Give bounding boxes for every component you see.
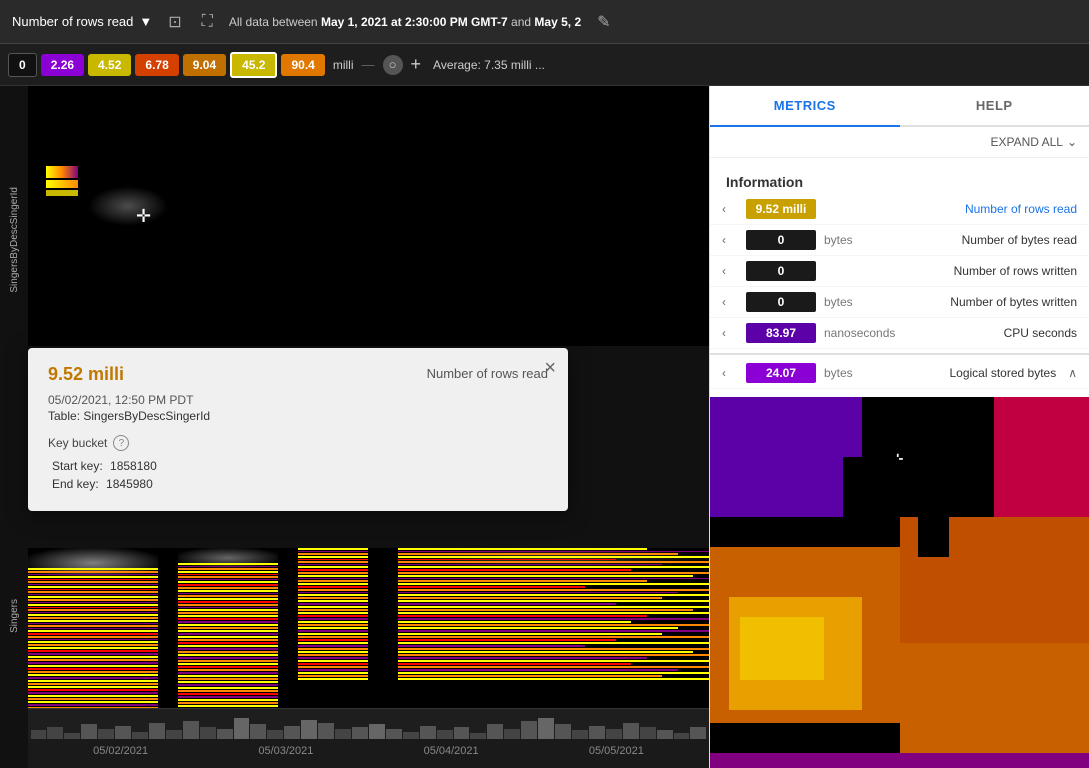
expand-all-button[interactable]: EXPAND ALL ⌄ [990, 135, 1077, 149]
right-tabs: METRICS HELP [710, 86, 1089, 127]
timeline-date-4: 05/05/2021 [589, 745, 644, 757]
viz-box-1 [46, 166, 78, 178]
black-patch-1 [710, 517, 755, 547]
tooltip-date: 05/02/2021, 12:50 PM PDT [48, 393, 548, 407]
chevron-bytes-written[interactable]: ‹ [722, 295, 738, 309]
lsb-collapse-icon[interactable]: ∧ [1068, 366, 1077, 380]
viz-box-2 [46, 180, 78, 188]
top-viz-area[interactable]: ✛ [28, 86, 709, 346]
tooltip-popup: × 9.52 milli Number of rows read 05/02/2… [28, 348, 568, 511]
pill-4[interactable]: 9.04 [183, 54, 226, 76]
mini-bars [28, 709, 709, 739]
info-row-rows-read: ‹ 9.52 milli Number of rows read [710, 194, 1089, 225]
pill-6[interactable]: 90.4 [281, 54, 324, 76]
pill-lsb: 24.07 [746, 363, 816, 383]
expand-all-icon: ⌄ [1067, 135, 1077, 149]
pill-rows-written: 0 [746, 261, 816, 281]
info-row-bytes-written: ‹ 0 bytes Number of bytes written [710, 287, 1089, 318]
right-viz-top: ✛ [710, 397, 1089, 517]
black-descent [843, 457, 900, 517]
glow-spot [88, 186, 168, 226]
chevron-cpu[interactable]: ‹ [722, 326, 738, 340]
pill-bytes-written: 0 [746, 292, 816, 312]
pill-bytes-read: 0 [746, 230, 816, 250]
expand-icon[interactable]: ⛶ [198, 9, 217, 35]
pill-3[interactable]: 6.78 [135, 54, 178, 76]
right-panel: METRICS HELP EXPAND ALL ⌄ Information ‹ … [709, 86, 1089, 768]
tooltip-end-key: End key: 1845980 [48, 477, 548, 491]
unit-bytes-read: bytes [824, 233, 894, 247]
info-title: Information [710, 166, 1089, 194]
crimson-block [994, 397, 1089, 517]
timeline-date-3: 05/04/2021 [424, 745, 479, 757]
separator: — [362, 57, 375, 72]
tab-metrics[interactable]: METRICS [710, 86, 900, 127]
average-text: Average: 7.35 milli ... [433, 58, 545, 72]
pill-5[interactable]: 45.2 [230, 52, 277, 78]
main-area: SingersByDescSingerId Singers ✛ × 9.52 m… [0, 86, 1089, 768]
label-bytes-read: Number of bytes read [902, 233, 1077, 247]
dropdown-arrow-icon[interactable]: ▼ [139, 14, 152, 29]
info-row-bytes-read: ‹ 0 bytes Number of bytes read [710, 225, 1089, 256]
purple-block-top-left [710, 397, 862, 517]
singers-label: Singers [9, 599, 20, 633]
viz-box-3 [46, 190, 78, 196]
unit-label: milli [333, 58, 354, 72]
left-panel: SingersByDescSingerId Singers ✛ × 9.52 m… [0, 86, 709, 768]
help-icon[interactable]: ? [113, 435, 129, 451]
right-header: EXPAND ALL ⌄ [710, 127, 1089, 158]
tooltip-start-key: Start key: 1858180 [48, 459, 548, 473]
chevron-rows-read[interactable]: ‹ [722, 202, 738, 216]
unit-lsb: bytes [824, 366, 894, 380]
visibility-toggle[interactable]: ○ [383, 55, 403, 75]
tooltip-table: Table: SingersByDescSingerId [48, 409, 548, 423]
info-row-cpu: ‹ 83.97 nanoseconds CPU seconds [710, 318, 1089, 349]
timeline[interactable]: 05/02/2021 05/03/2021 05/04/2021 05/05/2… [28, 708, 709, 768]
add-series-button[interactable]: + [411, 54, 422, 75]
chevron-lsb[interactable]: ‹ [722, 366, 738, 380]
crop-icon[interactable]: ⊡ [164, 8, 185, 36]
label-rows-written: Number of rows written [902, 264, 1077, 278]
timeline-date-1: 05/02/2021 [93, 745, 148, 757]
unit-bytes-written: bytes [824, 295, 894, 309]
pills-row: 0 2.26 4.52 6.78 9.04 45.2 90.4 milli — … [0, 44, 1089, 86]
right-viz-bottom [710, 517, 1089, 768]
tooltip-key-bucket: Key bucket ? [48, 435, 548, 451]
chevron-bytes-read[interactable]: ‹ [722, 233, 738, 247]
black-patch-2 [918, 517, 948, 557]
timeline-labels: 05/02/2021 05/03/2021 05/04/2021 05/05/2… [28, 739, 709, 757]
tab-help[interactable]: HELP [900, 86, 1089, 125]
info-row-rows-written: ‹ 0 Number of rows written [710, 256, 1089, 287]
pill-0[interactable]: 0 [8, 53, 37, 77]
date-range: All data between May 1, 2021 at 2:30:00 … [229, 15, 581, 29]
singers-by-desc-label: SingersByDescSingerId [9, 187, 20, 293]
bright-yellow-block [740, 617, 823, 680]
chevron-rows-written[interactable]: ‹ [722, 264, 738, 278]
pill-rows-read: 9.52 milli [746, 199, 816, 219]
right-orange-bottom [900, 643, 1089, 768]
info-row-lsb: ‹ 24.07 bytes Logical stored bytes ∧ [710, 353, 1089, 389]
tooltip-value: 9.52 milli [48, 364, 124, 385]
right-viz-area[interactable]: ✛ [710, 397, 1089, 768]
pill-1[interactable]: 2.26 [41, 54, 84, 76]
label-bytes-written: Number of bytes written [902, 295, 1077, 309]
sidebar-label-singers-by-desc: SingersByDescSingerId [0, 130, 28, 350]
purple-bottom-accent [710, 753, 1089, 768]
label-rows-read: Number of rows read [902, 202, 1077, 216]
header: Number of rows read ▼ ⊡ ⛶ All data betwe… [0, 0, 1089, 44]
label-cpu: CPU seconds [903, 326, 1077, 340]
sidebar-label-singers: Singers [0, 566, 28, 666]
edit-icon[interactable]: ✎ [593, 8, 614, 36]
timeline-date-2: 05/03/2021 [258, 745, 313, 757]
pill-cpu: 83.97 [746, 323, 816, 343]
label-lsb: Logical stored bytes [902, 366, 1056, 380]
metric-selector[interactable]: Number of rows read ▼ [12, 14, 152, 29]
tooltip-metric: Number of rows read [427, 366, 548, 381]
timeline-mini-chart [28, 709, 709, 739]
metric-label: Number of rows read [12, 14, 133, 29]
information-section: Information ‹ 9.52 milli Number of rows … [710, 158, 1089, 397]
pill-2[interactable]: 4.52 [88, 54, 131, 76]
unit-cpu: nanoseconds [824, 326, 895, 340]
tooltip-close-button[interactable]: × [544, 358, 556, 378]
